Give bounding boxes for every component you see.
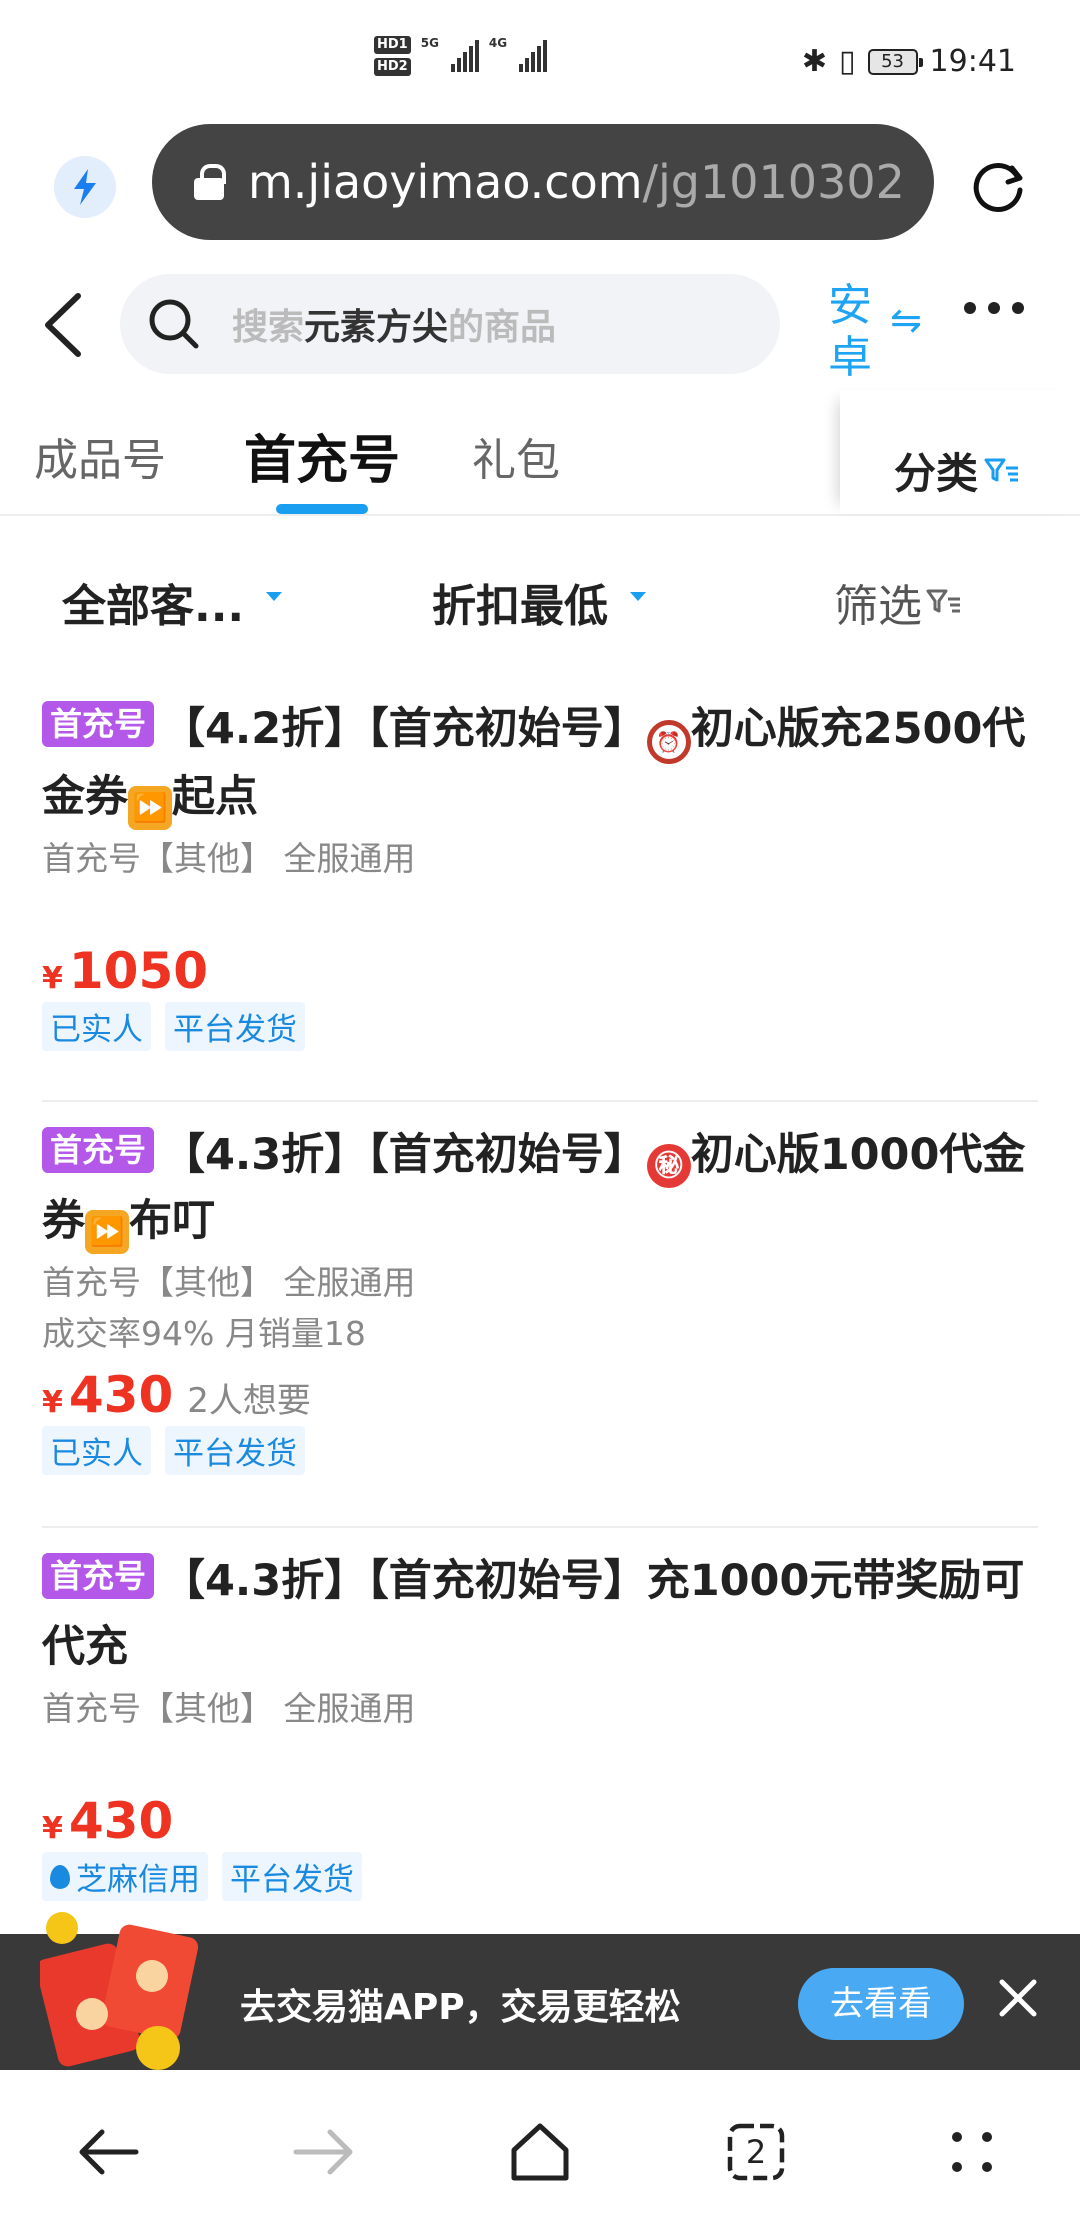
listing-list: 首充号 【4.2折】【首充初始号】 ⏰ 初心版充2500代金券 ⏩ 起点 首充号【其他】 … [0, 676, 1080, 1954]
currency-symbol: ¥ [42, 1811, 63, 1846]
price-row: ¥ 430 2人想要 [42, 1366, 1038, 1424]
tab-count: 2 [745, 2133, 767, 2171]
arrow-right-icon [293, 2129, 353, 2175]
filter-button[interactable]: 筛选 [834, 570, 962, 634]
url-host: m.jiaoyimao.com [248, 155, 643, 209]
want-count: 2人想要 [187, 1381, 311, 1421]
menu-dots-icon [952, 2132, 992, 2172]
bluetooth-icon: ✱ [801, 44, 828, 79]
dropdown-icon [266, 591, 283, 601]
item-title: 首充号 【4.3折】【首充初始号】充1000元带奖励可代充 [42, 1548, 1038, 1680]
url-path: /jg1010302 [642, 155, 905, 209]
nav-back-button[interactable] [68, 2112, 148, 2192]
hd-icon: HD1 HD2 [374, 36, 411, 76]
list-item[interactable]: 首充号 【4.2折】【首充初始号】 ⏰ 初心版充2500代金券 ⏩ 起点 首充号【其他】 … [42, 676, 1038, 1102]
nav-tabs-button[interactable]: 2 [716, 2112, 796, 2192]
tag-platform-delivery: 平台发货 [165, 1002, 305, 1051]
search-icon [149, 299, 199, 349]
item-price: 430 [68, 1792, 174, 1850]
type-badge: 首充号 [42, 701, 155, 747]
item-stats-empty [42, 1734, 1038, 1786]
more-icon[interactable] [964, 302, 1024, 314]
client-filter[interactable]: 全部客... [62, 570, 283, 634]
nav-home-button[interactable] [500, 2112, 580, 2192]
clock: 19:41 [929, 44, 1016, 79]
back-icon[interactable] [38, 290, 88, 360]
arrow-left-icon [79, 2129, 139, 2175]
item-title: 首充号 【4.2折】【首充初始号】 ⏰ 初心版充2500代金券 ⏩ 起点 [42, 696, 1038, 830]
tag-list: 芝麻信用 平台发货 [42, 1852, 1038, 1901]
alarm-clock-icon: ⏰ [646, 720, 691, 764]
search-row: 搜索元素方尖的商品 安卓 ⇋ [0, 262, 1080, 390]
red-envelope-icon [40, 1912, 199, 2070]
tag-sesame-credit: 芝麻信用 [42, 1852, 208, 1901]
promo-go-button[interactable]: 去看看 [798, 1968, 964, 2040]
filter-icon [984, 458, 1019, 481]
item-title: 首充号 【4.3折】【首充初始号】㊙初心版1000代金券 ⏩ 布叮 [42, 1122, 1038, 1254]
tag-verified: 已实人 [42, 1002, 151, 1051]
swap-icon[interactable]: ⇋ [890, 298, 922, 342]
status-right: ✱ ▯ 53 19:41 [802, 44, 1016, 79]
filter-row: 全部客... 折扣最低 筛选 [0, 520, 1080, 676]
promo-text: 去交易猫APP，交易更轻松 [240, 1987, 681, 2028]
filter-icon [926, 589, 960, 613]
type-badge: 首充号 [42, 1127, 155, 1173]
secret-icon: ㊙ [646, 1144, 691, 1188]
platform-toggle[interactable]: 安卓 [822, 280, 878, 384]
price-row: ¥ 430 [42, 1792, 1038, 1850]
battery-icon: 53 [867, 48, 923, 75]
tag-list: 已实人 平台发货 [42, 1426, 1038, 1475]
tab-finished-account[interactable]: 成品号 [34, 424, 166, 488]
item-subtitle: 首充号【其他】 全服通用 [42, 1263, 416, 1302]
active-tab-indicator [276, 504, 368, 514]
lock-icon [194, 164, 226, 200]
search-placeholder: 搜索元素方尖的商品 [232, 307, 557, 348]
tag-verified: 已实人 [42, 1426, 151, 1475]
close-icon[interactable] [994, 1974, 1042, 2022]
drop-icon [50, 1864, 70, 1889]
network-indicators: HD1 HD2 5G 4G [374, 36, 548, 76]
dropdown-icon [630, 591, 646, 601]
home-icon [511, 2123, 569, 2181]
item-subtitle: 首充号【其他】 全服通用 [42, 839, 416, 878]
signal-icon [519, 40, 548, 72]
search-input[interactable]: 搜索元素方尖的商品 [120, 274, 780, 374]
type-badge: 首充号 [42, 1553, 155, 1599]
tag-platform-delivery: 平台发货 [222, 1852, 362, 1901]
signal-icon [450, 40, 479, 72]
battery-level: 53 [881, 51, 904, 72]
tab-first-charge[interactable]: 首充号 [244, 418, 400, 493]
address-bar[interactable]: m.jiaoyimao.com/jg1010302 [152, 124, 934, 240]
item-subtitle: 首充号【其他】 全服通用 [42, 1689, 416, 1728]
browser-nav-bar: 2 [0, 2072, 1080, 2228]
app-promo-banner[interactable]: 去交易猫APP，交易更轻松 去看看 [0, 1912, 1080, 2070]
tab-gift-pack[interactable]: 礼包 [472, 424, 560, 488]
reload-icon[interactable] [968, 156, 1028, 216]
price-row: ¥ 1050 [42, 942, 1038, 1000]
currency-symbol: ¥ [42, 1385, 63, 1420]
list-item[interactable]: 首充号 【4.3折】【首充初始号】充1000元带奖励可代充 首充号【其他】 全服通… [42, 1528, 1038, 1954]
list-item[interactable]: 首充号 【4.3折】【首充初始号】㊙初心版1000代金券 ⏩ 布叮 首充号【其他】 全… [42, 1102, 1038, 1528]
nav-menu-button[interactable] [932, 2112, 1012, 2192]
network-type-2: 4G [488, 36, 508, 50]
item-stats [42, 884, 1038, 936]
item-price: 430 [68, 1366, 174, 1424]
category-tabs: 成品号 首充号 礼包 分类 [0, 390, 1080, 516]
category-button[interactable]: 分类 [894, 440, 1020, 501]
category-label: 分类 [894, 449, 979, 498]
item-stats: 成交率94% 月销量18 [42, 1314, 366, 1353]
tag-list: 已实人 平台发货 [42, 1002, 1038, 1051]
item-price: 1050 [68, 942, 209, 1000]
currency-symbol: ¥ [42, 961, 63, 996]
bolt-icon[interactable] [54, 156, 116, 218]
nav-forward-button[interactable] [284, 2112, 364, 2192]
fast-forward-icon: ⏩ [128, 786, 172, 830]
sort-filter[interactable]: 折扣最低 [432, 570, 646, 634]
tag-platform-delivery: 平台发货 [165, 1426, 305, 1475]
fast-forward-icon: ⏩ [85, 1210, 129, 1254]
status-bar: HD1 HD2 5G 4G ✱ ▯ 53 19:41 [0, 0, 1080, 118]
network-type-1: 5G [420, 36, 439, 50]
vibrate-icon: ▯ [839, 44, 856, 79]
browser-url-row: m.jiaoyimao.com/jg1010302 [0, 120, 1080, 240]
